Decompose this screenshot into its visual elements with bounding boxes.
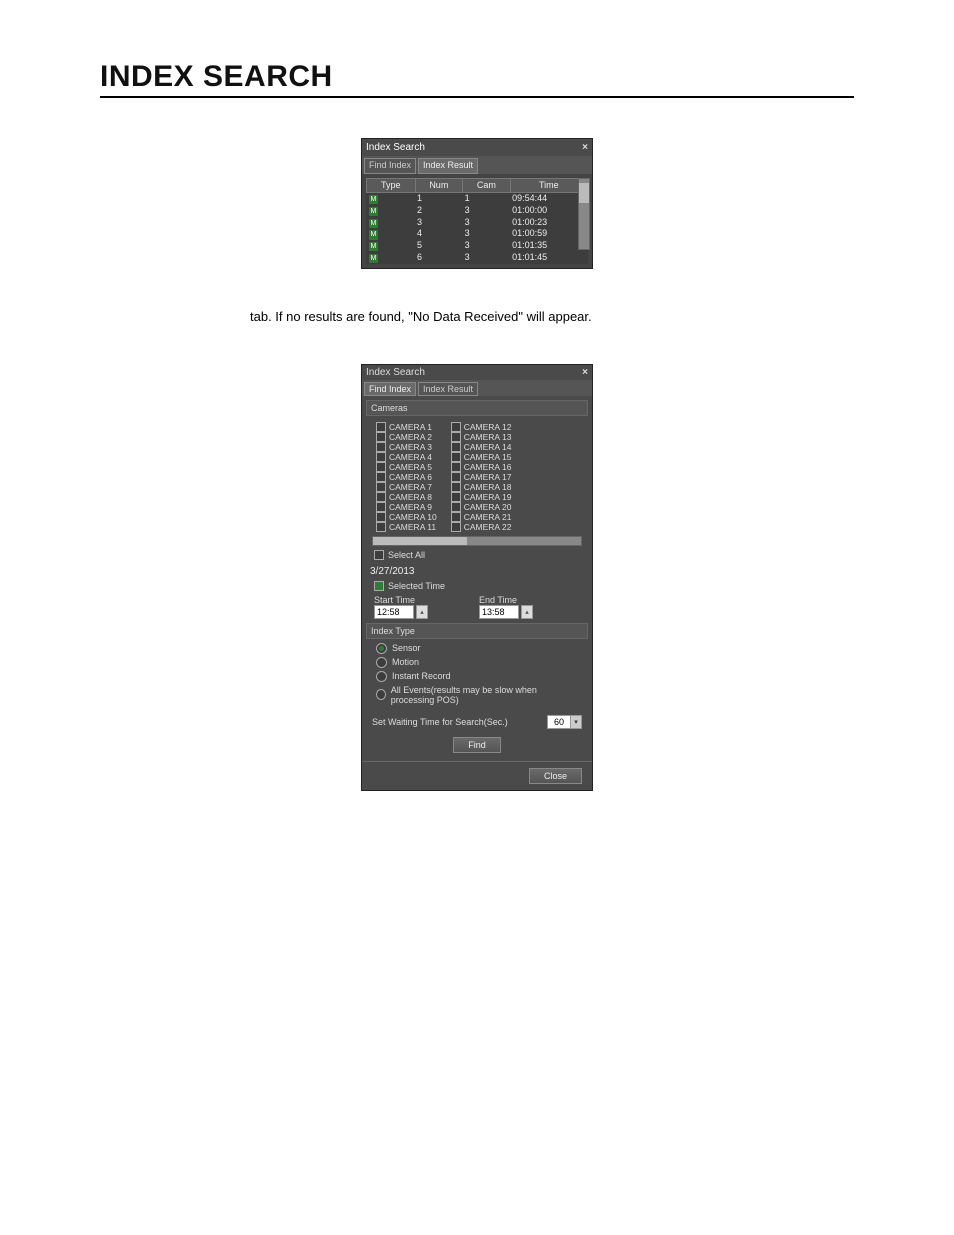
tab-find-index[interactable]: Find Index [364,382,416,396]
motion-badge-icon: M [369,230,379,239]
page-title: INDEX SEARCH [100,60,854,98]
results-table: Type Num Cam Time M1109:54:44 M2301:00:0… [366,178,588,264]
selected-time-checkbox[interactable]: Selected Time [374,581,580,591]
col-num[interactable]: Num [415,178,463,193]
end-time-spinner[interactable]: ▴ [521,605,533,619]
tab-find-index[interactable]: Find Index [364,158,416,174]
motion-badge-icon: M [369,207,379,216]
camera-checkbox[interactable]: CAMERA 8 [376,492,437,502]
start-time-label: Start Time [374,595,475,605]
wait-time-select[interactable]: 60 ▾ [547,715,582,729]
radio-motion[interactable]: Motion [376,657,578,668]
radio-all-events[interactable]: All Events(results may be slow when proc… [376,685,578,705]
camera-checkbox[interactable]: CAMERA 11 [376,522,437,532]
camera-list: CAMERA 1 CAMERA 2 CAMERA 3 CAMERA 4 CAME… [362,418,592,534]
camera-checkbox[interactable]: CAMERA 13 [451,432,512,442]
index-result-window: Index Search × Find Index Index Result T… [361,138,593,269]
cameras-section-label: Cameras [366,400,588,416]
find-index-window: Index Search × Find Index Index Result C… [361,364,593,791]
camera-checkbox[interactable]: CAMERA 14 [451,442,512,452]
window-title: Index Search [366,141,425,154]
end-time-input[interactable]: 13:58 [479,605,519,619]
tab-index-result[interactable]: Index Result [418,382,478,396]
close-button[interactable]: Close [529,768,582,784]
camera-checkbox[interactable]: CAMERA 2 [376,432,437,442]
table-row[interactable]: M2301:00:00 [367,205,588,217]
camera-checkbox[interactable]: CAMERA 18 [451,482,512,492]
horizontal-scrollbar[interactable] [372,536,582,546]
start-time-spinner[interactable]: ▴ [416,605,428,619]
camera-checkbox[interactable]: CAMERA 16 [451,462,512,472]
chevron-down-icon: ▾ [571,715,582,729]
find-button[interactable]: Find [453,737,501,753]
camera-checkbox[interactable]: CAMERA 5 [376,462,437,472]
close-icon[interactable]: × [582,141,588,154]
col-cam[interactable]: Cam [463,178,511,193]
motion-badge-icon: M [369,254,379,263]
col-time[interactable]: Time [510,178,587,193]
camera-checkbox[interactable]: CAMERA 19 [451,492,512,502]
table-row[interactable]: M4301:00:59 [367,228,588,240]
vertical-scrollbar[interactable] [578,178,590,250]
camera-checkbox[interactable]: CAMERA 22 [451,522,512,532]
col-type[interactable]: Type [367,178,416,193]
radio-sensor[interactable]: Sensor [376,643,578,654]
motion-badge-icon: M [369,219,379,228]
tab-index-result[interactable]: Index Result [418,158,478,174]
camera-checkbox[interactable]: CAMERA 6 [376,472,437,482]
end-time-label: End Time [479,595,580,605]
table-row[interactable]: M6301:01:45 [367,252,588,264]
body-text: tab. If no results are found, "No Data R… [250,309,854,324]
camera-checkbox[interactable]: CAMERA 1 [376,422,437,432]
motion-badge-icon: M [369,242,379,251]
index-type-section-label: Index Type [366,623,588,639]
camera-checkbox[interactable]: CAMERA 12 [451,422,512,432]
wait-time-label: Set Waiting Time for Search(Sec.) [372,717,508,727]
camera-checkbox[interactable]: CAMERA 20 [451,502,512,512]
camera-checkbox[interactable]: CAMERA 17 [451,472,512,482]
camera-checkbox[interactable]: CAMERA 9 [376,502,437,512]
table-row[interactable]: M3301:00:23 [367,217,588,229]
close-icon[interactable]: × [582,367,588,378]
window-title: Index Search [366,367,425,378]
table-row[interactable]: M5301:01:35 [367,240,588,252]
radio-instant-record[interactable]: Instant Record [376,671,578,682]
motion-badge-icon: M [369,195,379,204]
select-all-checkbox[interactable]: Select All [374,550,580,560]
start-time-input[interactable]: 12:58 [374,605,414,619]
camera-checkbox[interactable]: CAMERA 21 [451,512,512,522]
camera-checkbox[interactable]: CAMERA 10 [376,512,437,522]
camera-checkbox[interactable]: CAMERA 4 [376,452,437,462]
camera-checkbox[interactable]: CAMERA 15 [451,452,512,462]
selected-date: 3/27/2013 [370,566,584,577]
camera-checkbox[interactable]: CAMERA 3 [376,442,437,452]
camera-checkbox[interactable]: CAMERA 7 [376,482,437,492]
table-row[interactable]: M1109:54:44 [367,193,588,205]
